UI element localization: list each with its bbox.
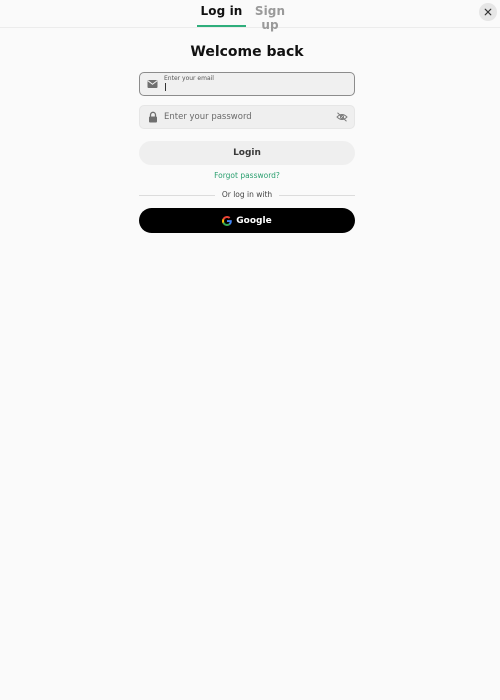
auth-tabs: Log in Sign up <box>0 0 500 32</box>
password-field[interactable] <box>139 105 355 129</box>
page-title: Welcome back <box>190 44 304 60</box>
email-field-label: Enter your email <box>164 75 214 82</box>
text-cursor <box>165 83 166 91</box>
google-button-label: Google <box>236 215 272 226</box>
login-button[interactable]: Login <box>139 141 355 165</box>
forgot-password-link[interactable]: Forgot password? <box>139 171 355 180</box>
tab-signup[interactable]: Sign up <box>250 4 290 32</box>
close-button[interactable] <box>479 3 497 21</box>
divider: Or log in with <box>139 190 355 200</box>
login-modal: Log in Sign up Welcome back Enter your e… <box>0 0 500 700</box>
password-input[interactable] <box>164 106 329 128</box>
google-login-button[interactable]: Google <box>139 208 355 233</box>
divider-line-right <box>279 195 355 196</box>
google-logo-icon <box>222 215 233 226</box>
lock-icon <box>147 111 158 123</box>
tab-login[interactable]: Log in <box>197 4 246 27</box>
email-field[interactable]: Enter your email <box>139 72 355 96</box>
envelope-icon <box>147 79 158 90</box>
eye-off-icon[interactable] <box>336 111 348 123</box>
close-icon <box>484 8 492 16</box>
